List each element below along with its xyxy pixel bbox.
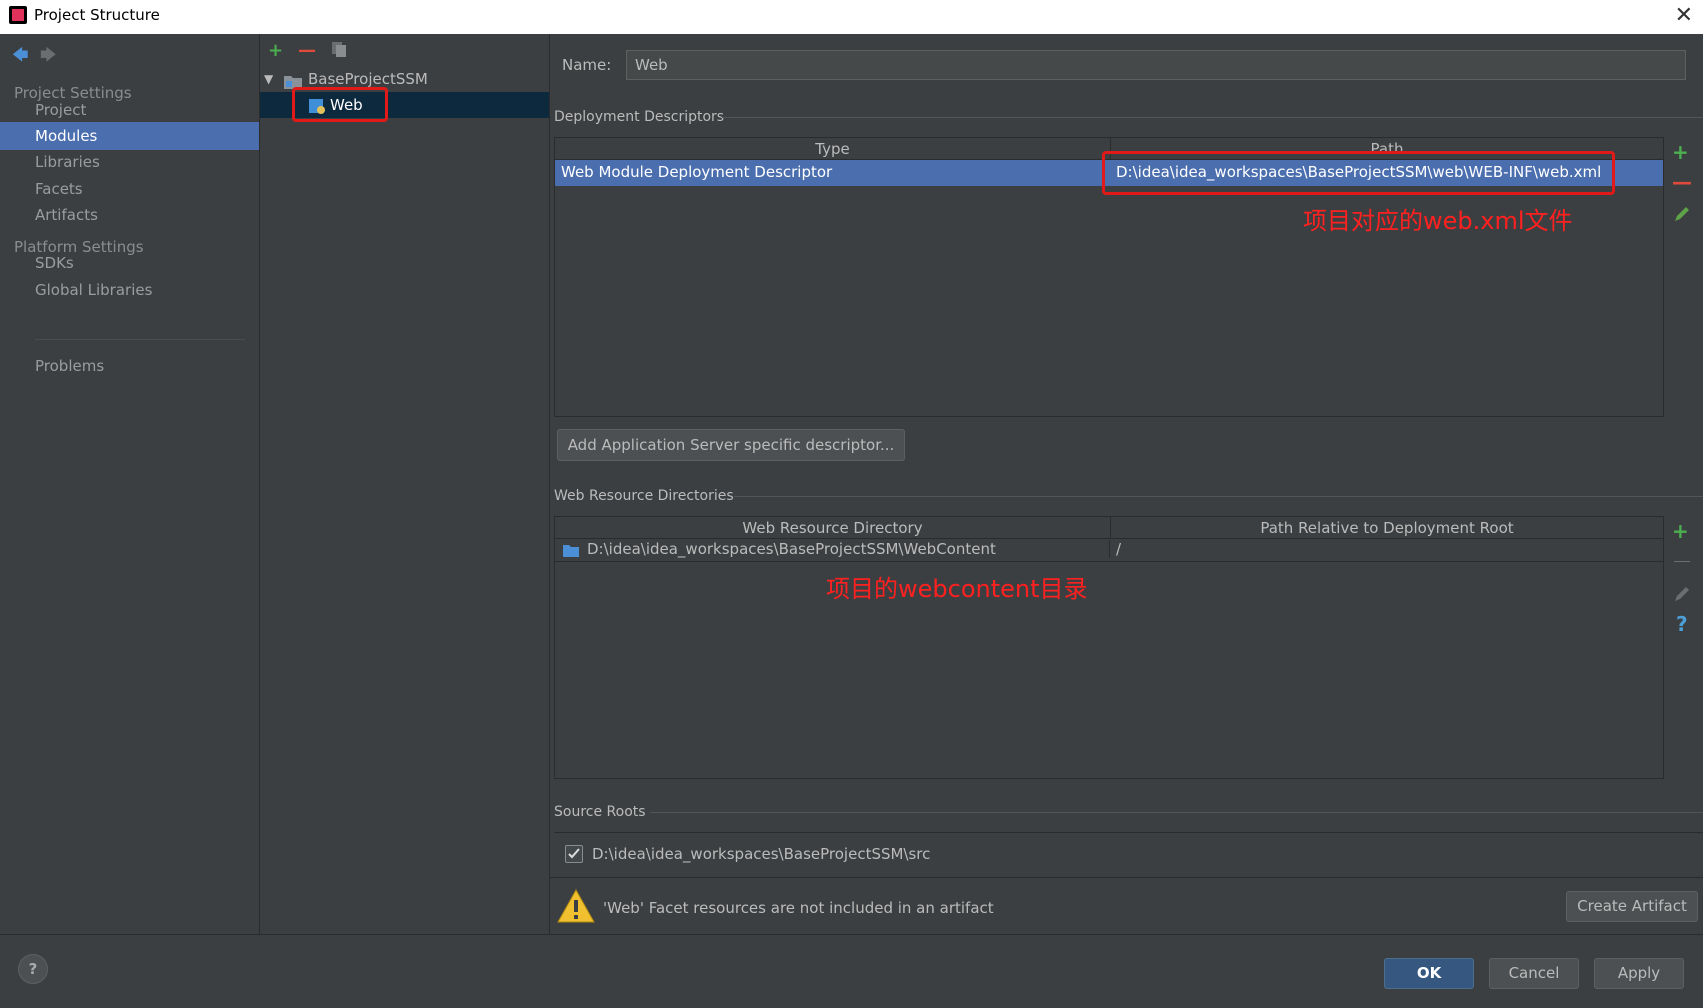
sidebar-item-sdks[interactable]: SDKs (0, 249, 259, 277)
back-arrow-icon[interactable]: 🡄 (12, 44, 29, 71)
warning-icon (557, 888, 595, 924)
expand-triangle-icon[interactable]: ▼ (264, 66, 273, 92)
column-header-web-resource-directory[interactable]: Web Resource Directory (555, 517, 1110, 539)
close-icon[interactable]: ✕ (1675, 3, 1693, 28)
group-divider (734, 496, 1703, 497)
add-resource-directory-icon[interactable]: + (1672, 519, 1689, 543)
ok-button[interactable]: OK (1384, 958, 1474, 989)
sidebar-item-global-libraries[interactable]: Global Libraries (0, 276, 259, 304)
cancel-button[interactable]: Cancel (1489, 958, 1579, 989)
remove-descriptor-icon[interactable]: — (1672, 170, 1692, 194)
source-root-checkbox[interactable] (565, 845, 583, 863)
column-header-relative-path[interactable]: Path Relative to Deployment Root (1110, 517, 1663, 539)
edit-descriptor-icon[interactable] (1673, 204, 1691, 222)
table-row[interactable]: D:\idea\idea_workspaces\BaseProjectSSM\W… (555, 539, 1663, 562)
help-icon[interactable]: ? (18, 954, 48, 984)
add-module-icon[interactable]: + (268, 40, 283, 61)
remove-resource-directory-icon[interactable] (1674, 561, 1690, 562)
group-divider (722, 117, 1703, 118)
annotation-webxml: 项目对应的web.xml文件 (1303, 207, 1573, 235)
web-resource-directories-title: Web Resource Directories (554, 488, 734, 504)
sidebar-item-problems[interactable]: Problems (0, 352, 259, 380)
apply-button[interactable]: Apply (1594, 958, 1684, 989)
folder-icon (563, 543, 579, 557)
source-roots-title: Source Roots (554, 804, 646, 820)
name-field[interactable]: Web (626, 50, 1686, 80)
title-bar: Project Structure ✕ (0, 0, 1703, 34)
copy-module-icon[interactable] (330, 40, 346, 57)
highlight-box-webxml (1102, 151, 1615, 195)
module-folder-icon (284, 71, 302, 89)
sidebar-item-artifacts[interactable]: Artifacts (0, 201, 259, 229)
relative-path-cell: / (1109, 540, 1121, 558)
add-server-descriptor-button[interactable]: Add Application Server specific descript… (557, 429, 905, 461)
remove-module-icon[interactable]: — (298, 40, 316, 61)
warning-message: 'Web' Facet resources are not included i… (603, 899, 994, 917)
forward-arrow-icon[interactable]: 🡆 (40, 44, 57, 71)
highlight-box-web (292, 87, 388, 122)
intellij-logo-icon (9, 6, 27, 24)
name-label: Name: (562, 56, 612, 74)
add-descriptor-icon[interactable]: + (1672, 140, 1689, 164)
deployment-descriptors-title: Deployment Descriptors (554, 109, 725, 125)
module-tree-panel (260, 34, 550, 934)
source-root-path: D:\idea\idea_workspaces\BaseProjectSSM\s… (592, 845, 931, 863)
descriptor-type-cell: Web Module Deployment Descriptor (561, 163, 833, 181)
create-artifact-button[interactable]: Create Artifact (1566, 891, 1698, 922)
sidebar-item-facets[interactable]: Facets (0, 175, 259, 203)
sidebar-divider (35, 339, 245, 340)
annotation-webcontent: 项目的webcontent目录 (826, 575, 1088, 603)
sidebar-item-libraries[interactable]: Libraries (0, 148, 259, 176)
help-question-icon[interactable]: ? (1676, 612, 1688, 636)
resource-directory-cell: D:\idea\idea_workspaces\BaseProjectSSM\W… (587, 540, 996, 558)
sidebar-item-modules[interactable]: Modules (0, 122, 259, 150)
column-header-type[interactable]: Type (555, 138, 1110, 160)
edit-resource-directory-icon[interactable] (1673, 585, 1691, 603)
group-divider (650, 812, 1703, 813)
sidebar-item-project[interactable]: Project (0, 96, 259, 124)
window-title: Project Structure (34, 6, 160, 24)
